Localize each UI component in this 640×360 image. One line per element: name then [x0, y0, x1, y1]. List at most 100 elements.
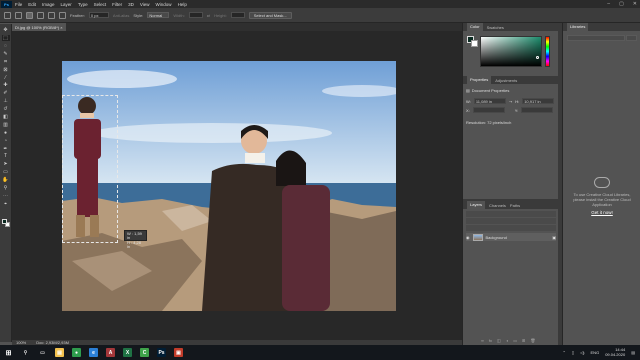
layer-lock-icon[interactable]: ▣ [552, 235, 556, 240]
h-field[interactable]: 10,917 in [522, 98, 555, 104]
notifications-icon[interactable]: ▤ [631, 350, 635, 355]
close-tab-icon[interactable]: × [60, 25, 62, 30]
menu-window[interactable]: Window [153, 2, 175, 7]
menu-select[interactable]: Select [91, 2, 110, 7]
history-brush-tool-icon[interactable]: ↺ [2, 106, 10, 112]
tab-channels[interactable]: Channels [489, 203, 506, 208]
bg-color-chip[interactable] [471, 40, 478, 47]
new-group-icon[interactable]: ▭ [513, 338, 517, 343]
healing-tool-icon[interactable]: ✚ [2, 82, 10, 88]
hand-tool-icon[interactable]: ✋ [2, 177, 10, 183]
minimize-button[interactable]: – [607, 1, 610, 7]
frame-tool-icon[interactable]: ⊠ [2, 66, 10, 73]
feather-input[interactable]: 0 px [88, 12, 109, 18]
dodge-tool-icon[interactable]: ◔ [2, 137, 10, 144]
libraries-search[interactable] [626, 35, 637, 41]
w-field[interactable]: 11,089 in [473, 98, 506, 104]
shape-tool-icon[interactable]: ▭ [2, 169, 10, 175]
add-mask-icon[interactable]: ◫ [497, 338, 501, 343]
style-select[interactable]: Normal [147, 12, 170, 18]
menu-view[interactable]: View [137, 2, 153, 7]
app-red-icon[interactable]: ▣ [174, 348, 183, 357]
menu-image[interactable]: Image [39, 2, 58, 7]
tab-layers[interactable]: Layers [467, 201, 486, 209]
tab-properties[interactable]: Properties [467, 76, 492, 84]
pen-tool-icon[interactable]: ✒ [2, 145, 10, 152]
clone-stamp-tool-icon[interactable]: ⊥ [2, 98, 10, 104]
marquee-tool-icon[interactable]: ⬚ [1, 34, 10, 42]
move-tool-icon[interactable]: ✥ [2, 27, 10, 33]
eraser-tool-icon[interactable]: ◧ [2, 114, 10, 120]
tab-color[interactable]: Color [467, 23, 483, 31]
file-explorer-icon[interactable]: ▤ [55, 348, 64, 357]
tab-swatches[interactable]: Swatches [487, 25, 504, 30]
marquee-preset-icon[interactable] [15, 11, 22, 19]
quick-select-tool-icon[interactable]: ✎ [2, 51, 10, 57]
new-layer-icon[interactable]: ⊞ [522, 338, 525, 343]
layer-row-background[interactable]: ◉ Background ▣ [466, 233, 556, 241]
subtract-selection-icon[interactable] [48, 11, 55, 19]
path-select-tool-icon[interactable]: ➤ [2, 161, 10, 167]
x-field[interactable] [472, 107, 505, 113]
visibility-eye-icon[interactable]: ◉ [466, 235, 470, 240]
volume-icon[interactable]: ◁) [580, 350, 584, 355]
menu-type[interactable]: Type [75, 2, 91, 7]
task-view-icon[interactable]: ▭ [38, 348, 47, 357]
fx-icon[interactable]: fx [489, 338, 492, 343]
height-input[interactable] [230, 12, 245, 18]
search-icon[interactable]: ⚲ [21, 348, 30, 357]
swap-icon[interactable]: ⇄ [207, 13, 210, 18]
libraries-dropdown[interactable] [567, 35, 625, 41]
home-icon[interactable] [4, 11, 11, 19]
excel-icon[interactable]: X [123, 348, 132, 357]
menu-filter[interactable]: Filter [109, 2, 125, 7]
gradient-tool-icon[interactable]: ▥ [2, 122, 10, 128]
tab-adjustments[interactable]: Adjustments [495, 78, 517, 83]
edit-toolbar-icon[interactable]: ⌖ [2, 201, 10, 207]
camtasia-icon[interactable]: C [140, 348, 149, 357]
add-selection-icon[interactable] [37, 11, 44, 19]
select-and-mask-button[interactable]: Select and Mask... [248, 11, 292, 19]
style-label: Style: [133, 12, 144, 18]
menu-3d[interactable]: 3D [125, 2, 137, 7]
new-selection-icon[interactable] [26, 11, 33, 19]
more-tools-icon[interactable]: ⋯ [2, 193, 10, 199]
brush-tool-icon[interactable]: ✐ [2, 90, 10, 96]
get-it-now-link[interactable]: Get it now! [571, 210, 633, 215]
document-tab[interactable]: Di.jpg @ 100% (RGB/8*) × [12, 23, 66, 31]
antialias-label[interactable]: Anti-alias [113, 13, 129, 18]
clock[interactable]: 14:44 09.04.2020 [605, 347, 625, 357]
link-icon[interactable]: ⊸ [509, 99, 512, 104]
type-tool-icon[interactable]: T [2, 153, 10, 159]
color-field[interactable] [480, 36, 542, 67]
tray-arrow-icon[interactable]: ⌃ [563, 350, 566, 355]
zoom-tool-icon[interactable]: ⚲ [2, 185, 10, 191]
eyedropper-tool-icon[interactable]: ⁄ [2, 74, 10, 81]
edge-icon[interactable]: e [89, 348, 98, 357]
intersect-selection-icon[interactable] [59, 11, 66, 19]
menu-edit[interactable]: Edit [25, 2, 39, 7]
tab-libraries[interactable]: Libraries [567, 23, 589, 31]
menu-help[interactable]: Help [175, 2, 190, 7]
width-input[interactable] [188, 12, 203, 18]
language-indicator[interactable]: ENG [591, 350, 600, 355]
link-layers-icon[interactable]: ∞ [481, 338, 484, 343]
access-icon[interactable]: A [106, 348, 115, 357]
start-button[interactable]: ⊞ [4, 348, 13, 357]
close-button[interactable]: ✕ [633, 1, 637, 7]
maximize-button[interactable]: ▢ [619, 1, 624, 7]
menu-layer[interactable]: Layer [58, 2, 75, 7]
y-field[interactable] [521, 107, 554, 113]
crop-tool-icon[interactable]: ⌗ [2, 59, 10, 65]
adjustment-layer-icon[interactable]: ◑ [506, 338, 508, 343]
menu-file[interactable]: File [12, 2, 25, 7]
delete-layer-icon[interactable]: 🗑 [530, 338, 535, 343]
lasso-tool-icon[interactable]: ◌ [2, 43, 10, 49]
chrome-icon[interactable]: ● [72, 348, 81, 357]
network-icon[interactable]: ▯ [572, 350, 574, 355]
photoshop-taskbar-icon[interactable]: Ps [157, 348, 166, 357]
tab-paths[interactable]: Paths [510, 203, 520, 208]
foreground-color-swatch[interactable] [2, 219, 7, 224]
hue-slider[interactable] [545, 36, 550, 67]
blur-tool-icon[interactable]: ● [2, 130, 10, 136]
